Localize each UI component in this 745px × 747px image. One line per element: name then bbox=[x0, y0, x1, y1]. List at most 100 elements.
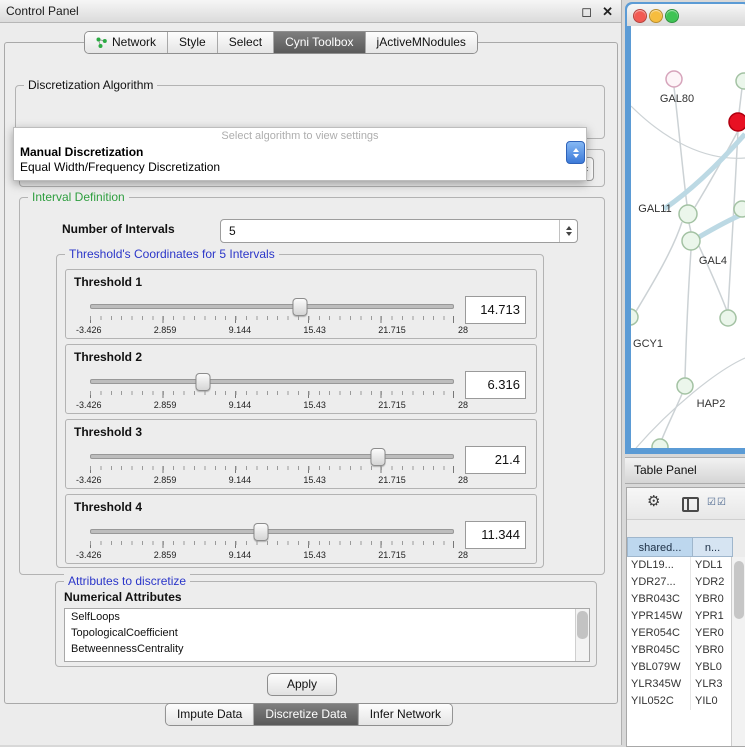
network-edge[interactable] bbox=[685, 250, 691, 378]
network-node[interactable] bbox=[736, 73, 745, 89]
network-edge[interactable] bbox=[664, 134, 745, 209]
traffic-light-zoom-button[interactable] bbox=[665, 9, 679, 23]
slider-thumb[interactable] bbox=[195, 373, 210, 391]
table-cell: YBL079W bbox=[627, 659, 691, 676]
combobox-stepper-button[interactable] bbox=[566, 141, 585, 164]
threshold-value-field[interactable]: 21.4 bbox=[465, 446, 526, 474]
tab-style[interactable]: Style bbox=[167, 32, 217, 53]
threshold-slider[interactable] bbox=[90, 373, 454, 389]
threshold-label: Threshold 1 bbox=[74, 275, 142, 289]
top-tabbar: Network Style Select Cyni Toolbox jActiv… bbox=[84, 31, 478, 54]
network-node[interactable] bbox=[631, 309, 638, 325]
network-edge[interactable] bbox=[636, 358, 745, 448]
network-edge[interactable] bbox=[739, 88, 742, 113]
table-cell: YER054C bbox=[627, 625, 691, 642]
tab-network[interactable]: Network bbox=[85, 32, 167, 53]
threshold-value-field[interactable]: 11.344 bbox=[465, 521, 526, 549]
slider-scale: -3.4262.8599.14415.4321.71528 bbox=[76, 325, 468, 335]
network-node[interactable] bbox=[679, 205, 697, 223]
tab-cyni-toolbox[interactable]: Cyni Toolbox bbox=[273, 32, 364, 53]
list-scrollbar[interactable] bbox=[575, 609, 589, 661]
checkbox-icons[interactable]: ☑☑ bbox=[707, 498, 727, 508]
slider-minor-ticks bbox=[90, 316, 454, 320]
numerical-attributes-label: Numerical Attributes bbox=[64, 590, 182, 604]
list-scrollbar-thumb[interactable] bbox=[577, 611, 588, 639]
table-cell: YLR345W bbox=[627, 676, 691, 693]
threshold-label: Threshold 4 bbox=[74, 500, 142, 514]
columns-icon[interactable] bbox=[682, 497, 699, 512]
threshold-slider[interactable] bbox=[90, 523, 454, 539]
slider-thumb[interactable] bbox=[370, 448, 385, 466]
table-cell: YDL19... bbox=[627, 557, 691, 574]
slider-track[interactable] bbox=[90, 529, 454, 534]
network-edge[interactable] bbox=[635, 222, 682, 313]
table-row[interactable]: YIL052CYIL0 bbox=[627, 693, 732, 710]
scale-label: 21.715 bbox=[378, 475, 406, 485]
tab-discretize-data[interactable]: Discretize Data bbox=[253, 704, 357, 725]
table-row[interactable]: YPR145WYPR1 bbox=[627, 608, 732, 625]
tab-impute-data[interactable]: Impute Data bbox=[166, 704, 253, 725]
slider-track[interactable] bbox=[90, 454, 454, 459]
table-scrollbar[interactable] bbox=[731, 557, 745, 746]
table-cell: YBR043C bbox=[627, 591, 691, 608]
network-node[interactable] bbox=[734, 201, 745, 217]
threshold-slider[interactable] bbox=[90, 298, 454, 314]
table-row[interactable]: YER054CYER0 bbox=[627, 625, 732, 642]
traffic-light-close-button[interactable] bbox=[633, 9, 647, 23]
apply-button[interactable]: Apply bbox=[267, 673, 337, 696]
table-cell: YPR1 bbox=[691, 608, 732, 625]
network-node[interactable] bbox=[720, 310, 736, 326]
threshold-panel-1: Threshold 1 -3.4262.8599.14415.4321.7152… bbox=[65, 269, 537, 339]
number-of-intervals-combobox[interactable]: 5 bbox=[220, 219, 578, 243]
network-node[interactable] bbox=[677, 378, 693, 394]
table-row[interactable]: YBR043CYBR0 bbox=[627, 591, 732, 608]
number-of-intervals-value: 5 bbox=[229, 220, 557, 242]
network-canvas[interactable]: GAL80GAL11GAL4GCY1HAP2 bbox=[631, 26, 745, 448]
network-node[interactable] bbox=[666, 71, 682, 87]
table-row[interactable]: YBR045CYBR0 bbox=[627, 642, 732, 659]
network-edge[interactable] bbox=[695, 131, 738, 207]
network-window-titlebar bbox=[627, 4, 745, 26]
list-item[interactable]: TopologicalCoefficient bbox=[65, 625, 589, 641]
tab-jactivemnodules[interactable]: jActiveMNodules bbox=[365, 32, 477, 53]
number-of-intervals-label: Number of Intervals bbox=[62, 222, 175, 236]
table-cell: YBR045C bbox=[627, 642, 691, 659]
network-edge[interactable] bbox=[662, 394, 682, 439]
threshold-value-field[interactable]: 14.713 bbox=[465, 296, 526, 324]
tab-select[interactable]: Select bbox=[217, 32, 273, 53]
gear-icon[interactable]: ⚙ bbox=[647, 494, 660, 509]
slider-track[interactable] bbox=[90, 379, 454, 384]
cyni-toolbox-panel: Discretization Algorithm Select algorith… bbox=[4, 42, 618, 704]
list-item[interactable]: SelfLoops bbox=[65, 609, 589, 625]
close-button[interactable]: ✕ bbox=[602, 5, 613, 18]
scale-label: 21.715 bbox=[378, 325, 406, 335]
tab-infer-network[interactable]: Infer Network bbox=[358, 704, 452, 725]
scale-label: 15.43 bbox=[303, 400, 326, 410]
slider-thumb[interactable] bbox=[254, 523, 269, 541]
network-node[interactable] bbox=[652, 439, 668, 448]
table-row[interactable]: YLR345WYLR3 bbox=[627, 676, 732, 693]
network-node[interactable] bbox=[729, 113, 745, 131]
list-item[interactable]: BetweennessCentrality bbox=[65, 641, 589, 657]
table-row[interactable]: YDR27...YDR2 bbox=[627, 574, 732, 591]
attributes-list: SelfLoopsTopologicalCoefficientBetweenne… bbox=[64, 608, 590, 662]
table-scrollbar-thumb[interactable] bbox=[734, 561, 744, 619]
network-node[interactable] bbox=[682, 232, 700, 250]
interval-definition-group-label: Interval Definition bbox=[28, 190, 129, 204]
table-row[interactable]: YBL079WYBL0 bbox=[627, 659, 732, 676]
threshold-slider[interactable] bbox=[90, 448, 454, 464]
float-window-button[interactable]: ◻ bbox=[581, 5, 592, 18]
table-panel-body: ⚙ ☑☑ shared... n... YDL19...YDL1YDR27...… bbox=[626, 487, 745, 747]
dropdown-option-manual-discretization[interactable]: Manual Discretization bbox=[20, 145, 143, 159]
column-header-name[interactable]: n... bbox=[693, 537, 733, 557]
network-edge[interactable] bbox=[689, 223, 691, 232]
combobox-stepper[interactable] bbox=[559, 220, 577, 242]
slider-thumb[interactable] bbox=[293, 298, 308, 316]
traffic-light-minimize-button[interactable] bbox=[649, 9, 663, 23]
slider-track[interactable] bbox=[90, 304, 454, 309]
table-row[interactable]: YDL19...YDL1 bbox=[627, 557, 732, 574]
threshold-value-field[interactable]: 6.316 bbox=[465, 371, 526, 399]
column-header-shared-name[interactable]: shared... bbox=[627, 537, 693, 557]
dropdown-option-equal-width-frequency[interactable]: Equal Width/Frequency Discretization bbox=[20, 160, 220, 174]
table-cell: YDR2 bbox=[691, 574, 732, 591]
